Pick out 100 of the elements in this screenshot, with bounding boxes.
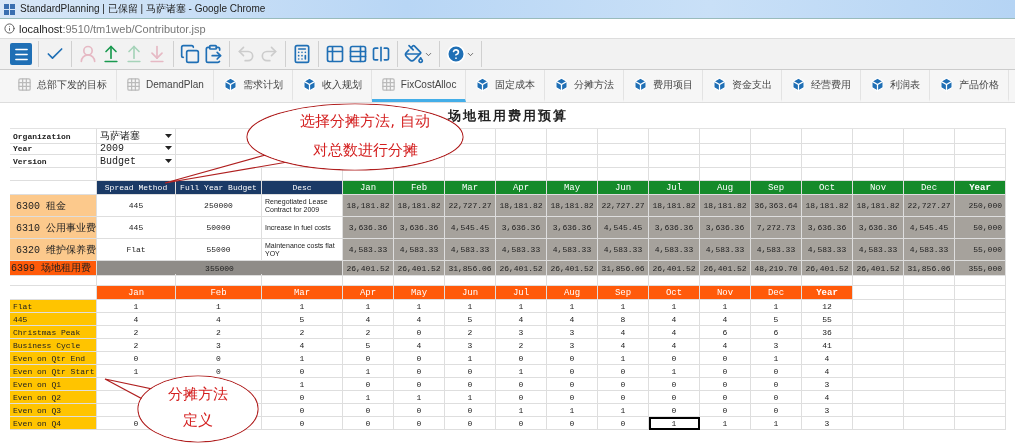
table-cell[interactable]: 0 (496, 391, 547, 404)
sheet-tab[interactable]: 总部下发的目标 (8, 70, 117, 102)
table-cell[interactable]: 4 (802, 365, 853, 378)
table-cell[interactable]: 0 (262, 417, 343, 430)
table-cell[interactable]: 4 (176, 313, 262, 326)
table-cell[interactable]: 1 (649, 365, 700, 378)
table-cell[interactable]: 4 (802, 352, 853, 365)
sheet-tab[interactable]: 分摊方法 (545, 70, 625, 102)
table-cell[interactable]: 3 (547, 339, 598, 352)
table-cell[interactable]: 0 (394, 378, 445, 391)
table-cell[interactable]: 0 (394, 326, 445, 339)
table-cell[interactable]: 0 (445, 404, 496, 417)
table-cell[interactable]: 1 (394, 391, 445, 404)
table-cell[interactable]: 0 (649, 404, 700, 417)
table-cell[interactable]: 1 (445, 300, 496, 313)
url-path[interactable]: :9510/tm1web/Contributor.jsp (62, 22, 206, 35)
table-cell[interactable]: 0 (176, 352, 262, 365)
filter-dropdown[interactable]: Budget (97, 155, 176, 168)
table-cell[interactable]: 3 (751, 339, 802, 352)
table-cell[interactable]: 12 (802, 300, 853, 313)
table-cell[interactable]: 4 (802, 391, 853, 404)
table-cell[interactable]: 4 (394, 313, 445, 326)
menu-button[interactable] (10, 42, 32, 66)
table-cell[interactable]: 1 (496, 300, 547, 313)
table-cell[interactable]: 0 (700, 404, 751, 417)
table-cell[interactable]: 4 (262, 339, 343, 352)
table-cell[interactable]: 0 (394, 417, 445, 430)
table-cell[interactable]: 0 (700, 365, 751, 378)
table-cell[interactable]: 3 (802, 417, 853, 430)
table-cell[interactable]: 0 (445, 378, 496, 391)
table-cell[interactable]: 1 (496, 365, 547, 378)
table-cell[interactable]: 0 (547, 378, 598, 391)
table-cell[interactable]: 0 (751, 404, 802, 417)
table-cell[interactable]: 41 (802, 339, 853, 352)
url-host[interactable]: localhost (19, 22, 63, 35)
table-cell[interactable]: 1 (700, 417, 751, 430)
table-cell[interactable]: 1 (343, 300, 394, 313)
table-cell[interactable]: 0 (343, 404, 394, 417)
table-cell[interactable]: 2 (445, 326, 496, 339)
table-cell[interactable]: 2 (97, 339, 176, 352)
table-cell[interactable]: 4 (700, 313, 751, 326)
table-cell[interactable]: 3 (176, 339, 262, 352)
table-cell[interactable]: 2 (262, 326, 343, 339)
table-cell[interactable]: 1 (176, 300, 262, 313)
table-cell[interactable]: 3 (547, 326, 598, 339)
table-cell[interactable]: 1 (343, 365, 394, 378)
table-cell[interactable]: 36 (802, 326, 853, 339)
table-cell[interactable]: 4 (700, 339, 751, 352)
table-cell[interactable]: 0 (598, 365, 649, 378)
table-cell[interactable]: 0 (547, 352, 598, 365)
table-cell[interactable]: 4 (649, 326, 700, 339)
sheet-tab[interactable]: 费用项目 (624, 70, 704, 102)
table-cell[interactable]: 0 (598, 391, 649, 404)
table-cell[interactable]: 1 (598, 404, 649, 417)
table-cell[interactable]: 0 (751, 391, 802, 404)
table-cell[interactable]: 0 (700, 352, 751, 365)
table-cell[interactable]: 0 (751, 378, 802, 391)
calculator-button[interactable] (292, 42, 312, 66)
sheet-tab[interactable]: DemandPlan (117, 70, 214, 102)
table-cell[interactable]: 0 (649, 352, 700, 365)
copy-button[interactable] (180, 42, 200, 66)
table-cell[interactable]: 1 (649, 417, 700, 430)
table-cell[interactable]: 0 (751, 365, 802, 378)
table-cell[interactable]: 0 (700, 391, 751, 404)
table-cell[interactable]: 4 (649, 313, 700, 326)
table-cell[interactable]: 0 (394, 365, 445, 378)
table-cell[interactable]: 0 (343, 352, 394, 365)
table-cell[interactable]: 5 (262, 313, 343, 326)
table-cell[interactable]: 3 (445, 339, 496, 352)
table-cell[interactable]: 1 (751, 300, 802, 313)
table-cell[interactable]: 0 (547, 365, 598, 378)
table-cell[interactable]: 4 (649, 339, 700, 352)
table-cell[interactable]: 1 (97, 300, 176, 313)
table-cell[interactable]: 8 (598, 313, 649, 326)
sheet-tab[interactable]: 资金支出 (703, 70, 783, 102)
table-cell[interactable]: 6 (700, 326, 751, 339)
table-cell[interactable]: 0 (343, 378, 394, 391)
sheet-tab[interactable]: 利润表 (861, 70, 931, 102)
table-cell[interactable]: 1 (649, 300, 700, 313)
table-cell[interactable]: 2 (496, 339, 547, 352)
table-cell[interactable]: 0 (547, 417, 598, 430)
table-cell[interactable]: 0 (496, 352, 547, 365)
table-cell[interactable]: 1 (700, 300, 751, 313)
sheet-tab[interactable]: 固定成本 (466, 70, 546, 102)
table-cell[interactable]: 1 (547, 404, 598, 417)
table-cell[interactable]: 4 (343, 313, 394, 326)
table-cell[interactable]: 0 (445, 365, 496, 378)
table-cell[interactable]: 0 (598, 378, 649, 391)
table-cell[interactable]: 1 (496, 404, 547, 417)
help-button[interactable] (446, 42, 475, 66)
table-cell[interactable]: 0 (262, 391, 343, 404)
table-cell[interactable]: 4 (598, 326, 649, 339)
table-cell[interactable]: 1 (751, 352, 802, 365)
table-cell[interactable]: 1 (445, 391, 496, 404)
table-cell[interactable]: 5 (445, 313, 496, 326)
bucket-button[interactable] (404, 42, 433, 66)
table-cell[interactable]: 2 (97, 326, 176, 339)
table-cell[interactable]: 4 (496, 313, 547, 326)
table-cell[interactable]: 1 (598, 352, 649, 365)
table-cell[interactable]: 4 (598, 339, 649, 352)
